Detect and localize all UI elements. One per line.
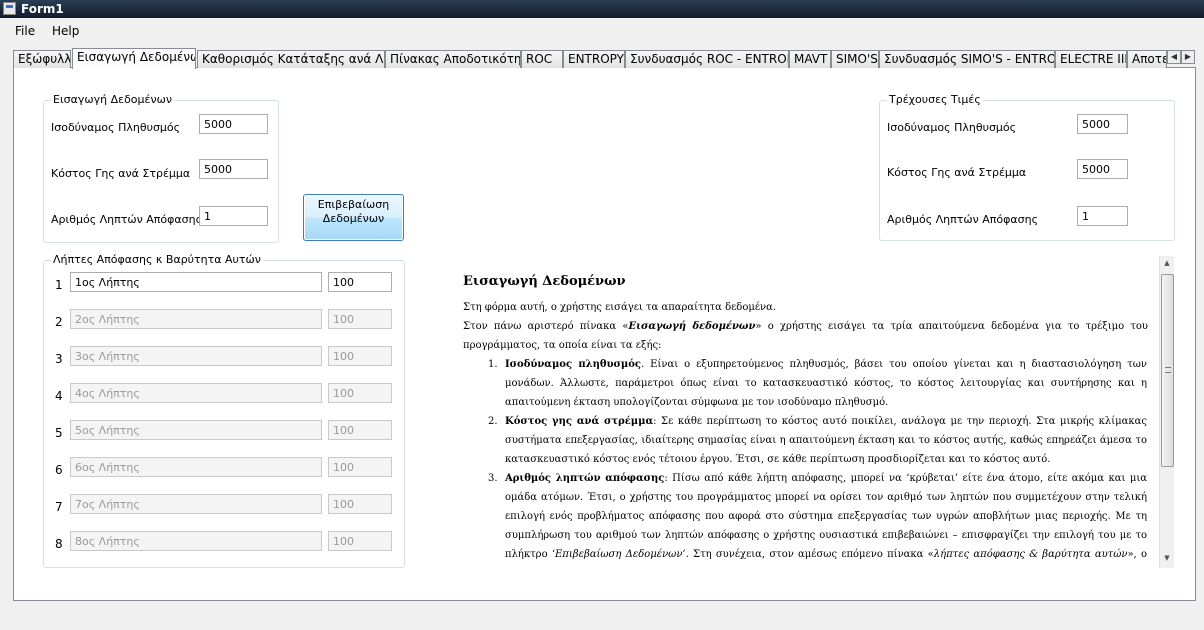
decision-maker-weight-input	[328, 346, 392, 366]
tab-cover[interactable]: Εξώφυλλο	[13, 50, 71, 68]
help-list-item: 1. Ισοδύναμος πληθυσμός. Είναι ο εξυπηρετ…	[488, 359, 1147, 408]
scroll-down-icon[interactable]: ▼	[1162, 554, 1172, 564]
decision-maker-name-input	[70, 346, 322, 366]
population-input[interactable]	[199, 114, 268, 134]
decision-maker-weight-input	[328, 494, 392, 514]
title-bar: Form1	[0, 0, 1204, 18]
decision-maker-weight-input	[328, 309, 392, 329]
input-data-group: Εισαγωγή Δεδομένων Ισοδύναμος Πληθυσμός …	[43, 93, 279, 243]
help-document[interactable]: Εισαγωγή Δεδομένων Στη φόρμα αυτή, ο χρή…	[455, 257, 1173, 567]
window-title: Form1	[21, 2, 64, 16]
tab-entropy[interactable]: ENTROPY	[563, 50, 625, 68]
tab-efficiency[interactable]: Πίνακας Αποδοτικότητας	[385, 50, 521, 68]
row-number: 1	[55, 278, 63, 292]
decision-makers-label: Αριθμός Ληπτών Απόφασης	[51, 213, 203, 226]
menu-bar: File Help	[0, 20, 1204, 42]
row-number: 7	[55, 500, 63, 514]
scroll-thumb[interactable]	[1161, 274, 1174, 467]
scroll-up-icon[interactable]: ▲	[1162, 259, 1172, 269]
tab-data-input[interactable]: Εισαγωγή Δεδομένων	[72, 48, 196, 69]
decision-maker-name-input	[70, 457, 322, 477]
current-land-cost-value[interactable]	[1077, 159, 1128, 179]
confirm-data-button[interactable]: Επιβεβαίωση Δεδομένων	[303, 194, 404, 241]
decision-maker-name-input	[70, 309, 322, 329]
menu-help[interactable]: Help	[52, 24, 79, 38]
decision-maker-weight-input	[328, 383, 392, 403]
help-paragraph: Στον πάνω αριστερό πίνακα «Εισαγωγή δεδο…	[463, 321, 1148, 351]
decision-maker-name-input	[70, 383, 322, 403]
help-list-item: 2. Κόστος γης ανά στρέμμα: Σε κάθε περίπτ…	[488, 416, 1147, 465]
tab-results[interactable]: Αποτε	[1127, 50, 1167, 68]
tab-roc-entropy[interactable]: Συνδυασμός ROC - ENTROPY	[625, 50, 789, 68]
decision-maker-name-input[interactable]	[70, 272, 322, 292]
help-heading: Εισαγωγή Δεδομένων	[463, 274, 626, 289]
decision-makers-group-title: Λήπτες Απόφασης κ Βαρύτητα Αυτών	[51, 253, 263, 266]
help-list-item: 3. Αριθμός ληπτών απόφασης: Πίσω από κάθε…	[488, 473, 1147, 560]
grip-icon	[1165, 367, 1171, 373]
population-label: Ισοδύναμος Πληθυσμός	[51, 121, 181, 134]
decision-makers-group: Λήπτες Απόφασης κ Βαρύτητα Αυτών 1 2 3 4…	[43, 253, 405, 568]
decision-maker-name-input	[70, 494, 322, 514]
help-paragraph: Στη φόρμα αυτή, ο χρήστης εισάγει τα απα…	[463, 302, 777, 313]
current-decision-makers-value[interactable]	[1077, 206, 1128, 226]
tab-simos-entropy[interactable]: Συνδυασμός SIMO'S - ENTROPY	[879, 50, 1055, 68]
tab-scroll-right-icon[interactable]: ▶	[1181, 50, 1195, 64]
land-cost-input[interactable]	[199, 159, 268, 179]
input-data-group-title: Εισαγωγή Δεδομένων	[51, 93, 174, 106]
current-population-value[interactable]	[1077, 114, 1128, 134]
tab-ranking[interactable]: Καθορισμός Κατάταξης ανά Λήπτη	[197, 50, 385, 68]
tab-simos[interactable]: SIMO'S	[831, 50, 879, 68]
menu-file[interactable]: File	[15, 24, 35, 38]
row-number: 3	[55, 352, 63, 366]
tab-page-data-input: Εισαγωγή Δεδομένων Ισοδύναμος Πληθυσμός …	[13, 68, 1196, 601]
land-cost-label: Κόστος Γης ανά Στρέμμα	[51, 167, 191, 180]
current-decision-makers-label: Αριθμός Ληπτών Απόφασης	[887, 213, 1039, 226]
tab-roc[interactable]: ROC	[521, 50, 563, 68]
current-values-group: Τρέχουσες Τιμές Ισοδύναμος Πληθυσμός Κόσ…	[879, 93, 1175, 241]
tab-strip: Εξώφυλλο Εισαγωγή Δεδομένων Καθορισμός Κ…	[13, 48, 1196, 69]
row-number: 6	[55, 463, 63, 477]
confirm-button-line1: Επιβεβαίωση	[317, 198, 390, 211]
tab-electre[interactable]: ELECTRE III	[1055, 50, 1127, 68]
decision-makers-input[interactable]	[199, 206, 268, 226]
current-population-label: Ισοδύναμος Πληθυσμός	[887, 121, 1017, 134]
decision-maker-weight-input[interactable]	[328, 272, 392, 292]
current-values-group-title: Τρέχουσες Τιμές	[887, 93, 983, 106]
help-document-scrollbar[interactable]: ▲ ▼	[1159, 256, 1174, 568]
row-number: 5	[55, 426, 63, 440]
tab-mavt[interactable]: MAVT	[789, 50, 831, 68]
row-number: 8	[55, 537, 63, 551]
confirm-button-line2: Δεδομένων	[322, 212, 385, 225]
decision-maker-weight-input	[328, 531, 392, 551]
decision-maker-name-input	[70, 531, 322, 551]
row-number: 2	[55, 315, 63, 329]
decision-maker-weight-input	[328, 420, 392, 440]
decision-maker-weight-input	[328, 457, 392, 477]
current-land-cost-label: Κόστος Γης ανά Στρέμμα	[887, 166, 1027, 179]
row-number: 4	[55, 389, 63, 403]
tab-scroll-left-icon[interactable]: ◀	[1167, 50, 1181, 64]
decision-maker-name-input	[70, 420, 322, 440]
app-icon	[3, 2, 16, 15]
